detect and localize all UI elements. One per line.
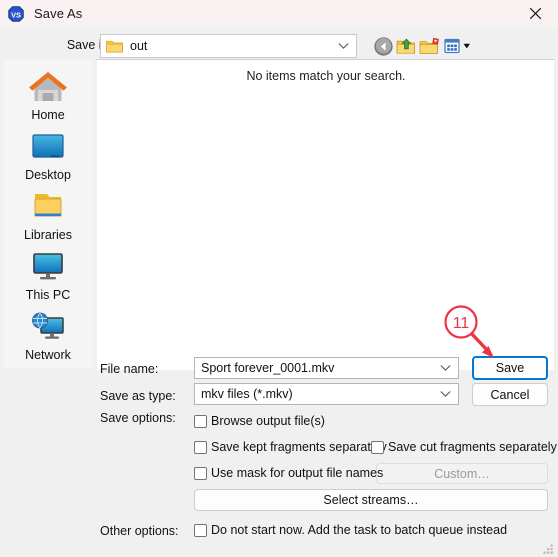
this-pc-monitor-icon [33, 253, 63, 280]
file-name-input[interactable]: Sport forever_0001.mkv [194, 357, 459, 379]
save-kept-label: Save kept fragments separately [211, 440, 387, 454]
sidebar-item-label: Libraries [24, 228, 72, 242]
save-as-type-select[interactable]: mkv files (*.mkv) [194, 383, 459, 405]
save-as-type-value: mkv files (*.mkv) [201, 387, 293, 401]
sidebar-item-label: Network [25, 348, 71, 362]
resize-grip[interactable] [543, 542, 555, 554]
save-kept-checkbox-row[interactable]: Save kept fragments separately [194, 440, 387, 454]
views-icon [444, 38, 470, 54]
save-cut-label: Save cut fragments separately [388, 440, 557, 454]
chevron-down-icon [440, 391, 451, 397]
sidebar-item-desktop[interactable]: Desktop [4, 128, 92, 182]
use-mask-label: Use mask for output file names [211, 466, 384, 480]
places-sidebar: Home Desktop Libraries This PC Network [4, 60, 92, 368]
sidebar-item-label: Home [31, 108, 65, 122]
save-cut-checkbox[interactable] [371, 440, 384, 454]
sidebar-item-label: This PC [25, 288, 71, 302]
sidebar-item-this-pc[interactable]: This PC [4, 248, 92, 302]
batch-queue-checkbox[interactable] [194, 523, 207, 537]
new-folder-icon [419, 37, 439, 54]
batch-queue-checkbox-row[interactable]: Do not start now. Add the task to batch … [194, 523, 507, 537]
close-icon [529, 7, 541, 20]
file-list-empty-message: No items match your search. [246, 69, 406, 83]
save-as-type-label: Save as type: [100, 389, 176, 403]
chevron-down-icon [463, 43, 470, 49]
browse-output-checkbox[interactable] [194, 414, 207, 428]
use-mask-checkbox-row[interactable]: Use mask for output file names [194, 466, 383, 480]
browse-output-checkbox-row[interactable]: Browse output file(s) [194, 414, 325, 428]
sidebar-item-network[interactable]: Network [4, 308, 92, 362]
save-kept-checkbox[interactable] [194, 440, 207, 454]
back-icon [373, 36, 393, 56]
folder-icon [106, 40, 123, 53]
sidebar-item-home[interactable]: Home [4, 68, 92, 122]
titlebar: VS Save As [0, 0, 558, 27]
file-list-panel[interactable]: No items match your search. [96, 59, 554, 370]
create-new-folder-button[interactable] [418, 35, 440, 57]
select-streams-button[interactable]: Select streams… [194, 489, 548, 511]
network-globe-icon [32, 312, 64, 339]
browse-output-label: Browse output file(s) [211, 414, 325, 428]
vs-badge-icon: VS [8, 5, 24, 22]
sidebar-item-libraries[interactable]: Libraries [4, 188, 92, 242]
save-as-dialog: VS Save As Save in: out Home Desktop Lib… [0, 0, 558, 557]
file-name-label: File name: [100, 362, 159, 376]
cancel-button[interactable]: Cancel [472, 383, 548, 406]
svg-text:VS: VS [11, 10, 21, 19]
views-button[interactable] [443, 35, 475, 57]
back-button[interactable] [372, 35, 394, 57]
sidebar-item-label: Desktop [25, 168, 71, 182]
batch-queue-label: Do not start now. Add the task to batch … [211, 523, 508, 537]
desktop-icon [32, 134, 64, 158]
window-title: Save As [34, 6, 83, 21]
save-options-label: Save options: [100, 411, 176, 425]
save-in-value: out [130, 39, 148, 53]
custom-mask-button[interactable]: Custom… [376, 463, 548, 484]
save-cut-checkbox-row[interactable]: Save cut fragments separately [371, 440, 557, 454]
other-options-label: Other options: [100, 524, 179, 538]
close-button[interactable] [512, 0, 558, 27]
chevron-down-icon [440, 365, 451, 371]
home-icon [29, 72, 67, 101]
up-folder-icon [396, 38, 415, 54]
file-name-value: Sport forever_0001.mkv [201, 361, 335, 375]
libraries-folder-icon [34, 194, 62, 217]
up-one-level-button[interactable] [395, 35, 417, 57]
save-in-combobox[interactable]: out [100, 34, 357, 58]
chevron-down-icon [338, 43, 349, 49]
save-button[interactable]: Save [472, 356, 548, 380]
use-mask-checkbox[interactable] [194, 466, 207, 480]
